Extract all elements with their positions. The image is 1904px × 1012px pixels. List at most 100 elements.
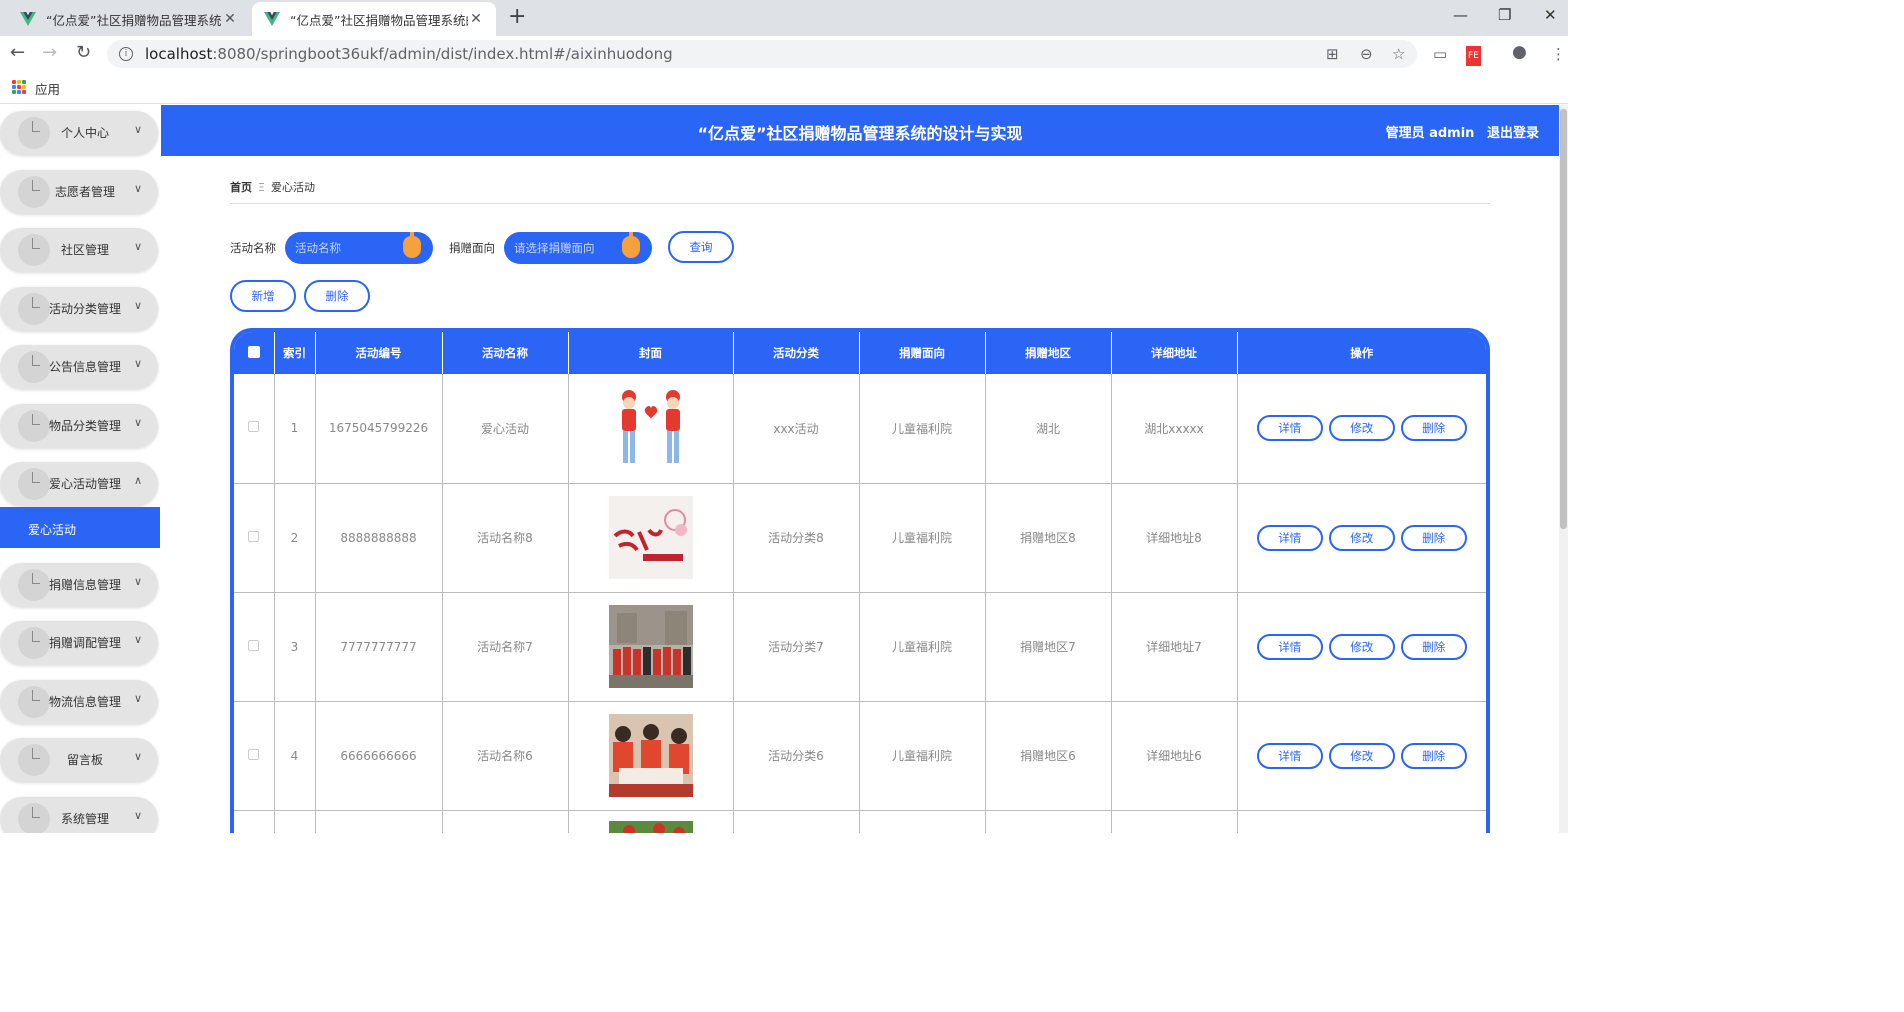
cell-select: [234, 374, 275, 484]
browser-tab-2[interactable]: “亿点爱”社区捐赠物品管理系统的设计与实现 ✕: [252, 2, 496, 36]
donation-target-placeholder: 请选择捐赠面向: [514, 241, 595, 255]
url-bar[interactable]: i localhost:8080/springboot36ukf/admin/d…: [107, 40, 1417, 68]
column-header: 操作: [1237, 332, 1486, 374]
sidebar-item-personal-center[interactable]: 个人中心 ∨: [0, 111, 158, 155]
extension-icon[interactable]: ▭: [1433, 45, 1447, 63]
reload-icon[interactable]: ↻: [76, 42, 91, 64]
cell-address: 湖北xxxxx: [1111, 374, 1238, 484]
cell-cover: [568, 701, 734, 811]
back-icon[interactable]: ←: [10, 42, 25, 64]
breadcrumb-home[interactable]: 首页: [230, 181, 252, 194]
delete-button[interactable]: 删除: [1400, 415, 1467, 442]
sidebar-subitem-charity-activity[interactable]: 爱心活动: [0, 507, 160, 548]
batch-delete-button[interactable]: 删除: [304, 280, 370, 312]
sidebar-item-donation-info[interactable]: 捐赠信息管理 ∨: [0, 563, 158, 607]
edit-button[interactable]: 修改: [1328, 415, 1395, 442]
menu-icon[interactable]: ⋮: [1551, 45, 1566, 63]
chevron-down-icon: ∨: [133, 299, 142, 312]
delete-button[interactable]: 删除: [1400, 742, 1467, 769]
cell-code: [315, 810, 443, 833]
detail-button[interactable]: 详情: [1256, 742, 1323, 769]
detail-button[interactable]: 详情: [1256, 415, 1323, 442]
close-tab-icon[interactable]: ✕: [222, 11, 238, 27]
activity-name-label: 活动名称: [230, 241, 276, 255]
logout-link[interactable]: 退出登录: [1487, 126, 1539, 141]
apps-label[interactable]: 应用: [35, 79, 60, 98]
donation-target-select[interactable]: 请选择捐赠面向: [504, 232, 652, 264]
cell-area: 捐赠地区7: [985, 592, 1112, 702]
sidebar-item-volunteers[interactable]: 志愿者管理 ∨: [0, 170, 158, 214]
star-icon[interactable]: ☆: [1392, 45, 1405, 63]
row-checkbox[interactable]: [248, 421, 260, 433]
sidebar-item-label: 捐赠调配管理: [48, 636, 121, 650]
sidebar-item-community[interactable]: 社区管理 ∨: [0, 228, 158, 272]
table-row: [234, 810, 1486, 833]
sidebar-item-label: 爱心活动管理: [48, 477, 121, 491]
zoom-icon[interactable]: ⊖: [1360, 45, 1373, 63]
profile-icon[interactable]: ●: [1512, 43, 1527, 61]
gourd-decoration-icon: [403, 232, 421, 258]
chevron-down-icon: ∨: [133, 692, 142, 705]
sidebar-item-system[interactable]: 系统管理 ∨: [0, 797, 158, 833]
table-header: 索引 活动编号 活动名称 封面 活动分类 捐赠面向 捐赠地区 详细地址 操作: [234, 332, 1486, 374]
cell-area: [985, 810, 1112, 833]
column-header: 活动编号: [315, 332, 443, 374]
edit-button[interactable]: 修改: [1328, 633, 1395, 660]
cover-image[interactable]: [608, 386, 693, 470]
sidebar-item-message-board[interactable]: 留言板 ∨: [0, 738, 158, 782]
minimize-icon[interactable]: —: [1453, 6, 1468, 24]
cover-image[interactable]: [608, 820, 693, 834]
cover-image[interactable]: [608, 714, 693, 797]
sidebar-item-activity-category[interactable]: 活动分类管理 ∨: [0, 287, 158, 331]
tab-title: “亿点爱”社区捐赠物品管理系统的设计与实现: [290, 12, 468, 28]
browser-tab-1[interactable]: “亿点爱”社区捐赠物品管理系统的设计与实现 ✕: [8, 2, 250, 36]
select-all-header: [234, 332, 275, 374]
vue-logo-icon: [20, 12, 36, 26]
forward-icon[interactable]: →: [42, 42, 57, 64]
delete-button[interactable]: 删除: [1400, 524, 1467, 551]
edit-button[interactable]: 修改: [1328, 524, 1395, 551]
cell-target: 儿童福利院: [859, 374, 986, 484]
close-tab-icon[interactable]: ✕: [468, 11, 484, 27]
row-checkbox[interactable]: [248, 639, 260, 651]
activity-name-input[interactable]: 活动名称: [285, 232, 433, 264]
cell-target: 儿童福利院: [859, 701, 986, 811]
scrollbar-thumb[interactable]: [1560, 109, 1567, 529]
cell-code: 6666666666: [315, 701, 443, 811]
cell-select: [234, 701, 275, 811]
add-button[interactable]: 新增: [230, 280, 296, 312]
cell-address: 详细地址6: [1111, 701, 1238, 811]
detail-button[interactable]: 详情: [1256, 524, 1323, 551]
close-window-icon[interactable]: ✕: [1544, 6, 1557, 24]
cover-image[interactable]: [608, 605, 693, 688]
apps-icon[interactable]: [12, 80, 26, 94]
page-title: “亿点爱”社区捐赠物品管理系统的设计与实现: [697, 124, 1023, 143]
column-header: 封面: [568, 332, 734, 374]
delete-button[interactable]: 删除: [1400, 633, 1467, 660]
sidebar-item-label: 系统管理: [60, 812, 109, 826]
detail-button[interactable]: 详情: [1256, 633, 1323, 660]
cell-select: [234, 483, 275, 593]
info-icon[interactable]: i: [119, 47, 133, 61]
cell-target: 儿童福利院: [859, 592, 986, 702]
edit-button[interactable]: 修改: [1328, 742, 1395, 769]
sidebar-item-charity-activity[interactable]: 爱心活动管理 ∧: [0, 462, 158, 506]
query-button[interactable]: 查询: [668, 231, 734, 263]
cover-image[interactable]: [608, 496, 693, 579]
column-header: 捐赠面向: [859, 332, 986, 374]
select-all-checkbox[interactable]: [247, 345, 260, 358]
sidebar-item-item-category[interactable]: 物品分类管理 ∨: [0, 404, 158, 448]
fehelper-extension-icon[interactable]: FE: [1466, 46, 1481, 66]
translate-icon[interactable]: ⊞: [1326, 45, 1339, 63]
new-tab-icon[interactable]: +: [508, 6, 526, 28]
cell-area: 捐赠地区8: [985, 483, 1112, 593]
restore-icon[interactable]: ❐: [1498, 6, 1511, 24]
sidebar-item-announcements[interactable]: 公告信息管理 ∨: [0, 345, 158, 389]
chevron-down-icon: ∨: [133, 357, 142, 370]
sidebar-item-donation-allocation[interactable]: 捐赠调配管理 ∨: [0, 621, 158, 665]
sidebar-item-logistics[interactable]: 物流信息管理 ∨: [0, 680, 158, 724]
row-checkbox[interactable]: [248, 530, 260, 542]
table-row: 1 1675045799226 爱心活动 xxx活动 儿童福利院 湖北 湖北xx…: [234, 374, 1486, 484]
row-checkbox[interactable]: [248, 748, 260, 760]
page-scrollbar[interactable]: [1559, 105, 1568, 833]
